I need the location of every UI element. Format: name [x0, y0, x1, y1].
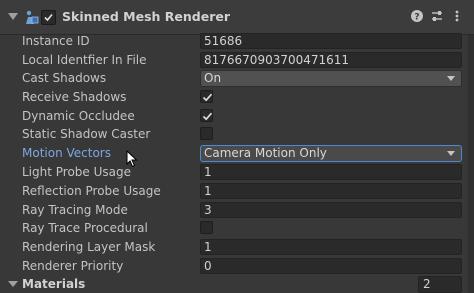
cast-shadows-value: On: [204, 71, 222, 85]
preset-icon[interactable]: [430, 9, 444, 23]
light-probe-usage-field[interactable]: 1: [200, 164, 462, 180]
receive-shadows-checkbox[interactable]: [200, 90, 213, 103]
ray-trace-procedural-checkbox[interactable]: [200, 221, 213, 234]
dynamic-occludee-row: Dynamic Occludee: [0, 107, 474, 126]
motion-vectors-row: Motion Vectors Camera Motion Only: [0, 144, 474, 163]
ray-trace-procedural-label: Ray Trace Procedural: [22, 221, 148, 235]
reflection-probe-usage-row: Reflection Probe Usage 1: [0, 182, 474, 201]
fold-arrow-icon[interactable]: [8, 13, 18, 20]
local-identifier-label: Local Identfier In File: [22, 53, 147, 67]
reflection-probe-usage-label: Reflection Probe Usage: [22, 184, 161, 198]
dropdown-arrow-icon: [447, 151, 455, 156]
receive-shadows-row: Receive Shadows: [0, 88, 474, 107]
ray-tracing-mode-label: Ray Tracing Mode: [22, 203, 128, 217]
renderer-priority-row: Renderer Priority 0: [0, 257, 474, 276]
static-shadow-caster-row: Static Shadow Caster: [0, 125, 474, 144]
materials-label: Materials: [22, 277, 86, 291]
instance-id-row: Instance ID 51686: [0, 32, 474, 51]
light-probe-usage-label: Light Probe Usage: [22, 165, 132, 179]
rendering-layer-mask-label: Rendering Layer Mask: [22, 240, 156, 254]
receive-shadows-label: Receive Shadows: [22, 90, 127, 104]
help-icon[interactable]: ?: [410, 9, 424, 23]
cast-shadows-dropdown[interactable]: On: [200, 70, 462, 87]
ray-trace-procedural-row: Ray Trace Procedural: [0, 219, 474, 238]
motion-vectors-label: Motion Vectors: [22, 146, 111, 160]
static-shadow-caster-checkbox[interactable]: [200, 127, 213, 140]
dynamic-occludee-label: Dynamic Occludee: [22, 109, 135, 123]
checkmark-icon: [202, 112, 213, 121]
local-identifier-field[interactable]: 8176670903700471611: [200, 52, 462, 68]
checkmark-icon: [202, 93, 213, 102]
component-enabled-checkbox[interactable]: [41, 10, 56, 25]
component-title: Skinned Mesh Renderer: [62, 9, 231, 24]
renderer-priority-field[interactable]: 0: [200, 258, 462, 274]
instance-id-field[interactable]: 51686: [200, 33, 462, 49]
dropdown-arrow-icon: [447, 76, 455, 81]
dynamic-occludee-checkbox[interactable]: [200, 109, 213, 122]
mouse-pointer-icon: [126, 150, 138, 168]
light-probe-usage-row: Light Probe Usage 1: [0, 163, 474, 182]
motion-vectors-value: Camera Motion Only: [204, 146, 327, 160]
skinned-mesh-renderer-icon: [26, 10, 39, 24]
component-header[interactable]: Skinned Mesh Renderer ?: [0, 0, 474, 35]
more-options-icon[interactable]: [450, 9, 464, 23]
rendering-layer-mask-field[interactable]: 1: [200, 239, 462, 255]
scrollbar[interactable]: [468, 35, 474, 293]
motion-vectors-dropdown[interactable]: Camera Motion Only: [200, 145, 462, 162]
static-shadow-caster-label: Static Shadow Caster: [22, 127, 151, 141]
fold-arrow-icon[interactable]: [8, 281, 18, 287]
ray-tracing-mode-field[interactable]: 3: [200, 202, 462, 218]
materials-count-field[interactable]: 2: [418, 276, 462, 293]
rendering-layer-mask-row: Rendering Layer Mask 1: [0, 238, 474, 257]
local-identifier-row: Local Identfier In File 8176670903700471…: [0, 51, 474, 70]
cast-shadows-row: Cast Shadows On: [0, 69, 474, 88]
renderer-priority-label: Renderer Priority: [22, 259, 124, 273]
reflection-probe-usage-field[interactable]: 1: [200, 183, 462, 199]
svg-text:?: ?: [414, 13, 419, 23]
instance-id-label: Instance ID: [22, 34, 90, 48]
ray-tracing-mode-row: Ray Tracing Mode 3: [0, 201, 474, 220]
materials-section[interactable]: Materials 2: [0, 275, 474, 293]
cast-shadows-label: Cast Shadows: [22, 71, 107, 85]
